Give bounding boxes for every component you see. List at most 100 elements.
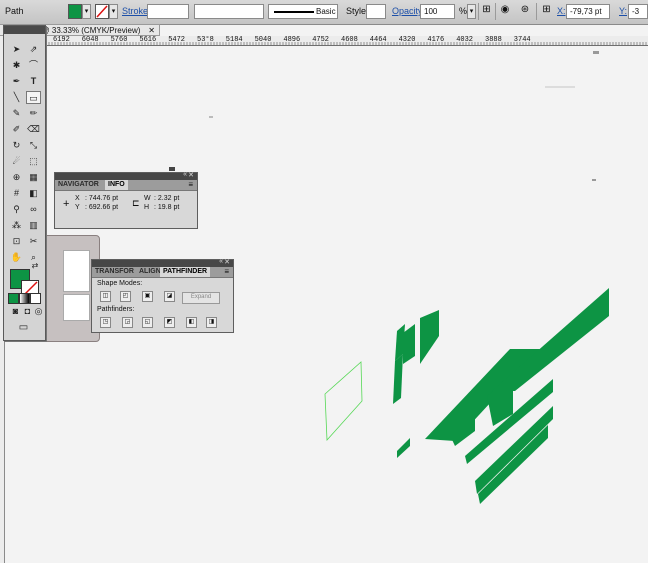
x-field[interactable]: -79,73 pt <box>566 4 610 19</box>
unite-icon[interactable]: ◫ <box>100 291 111 302</box>
none-stroke-icon <box>96 5 108 18</box>
hand-tool-icon[interactable]: ✋ <box>9 251 24 264</box>
ruler-tick-label: 5184 <box>225 36 243 44</box>
symbol-sprayer-tool-icon[interactable]: ⁂ <box>9 219 24 232</box>
close-icon[interactable]: ✕ <box>224 258 230 266</box>
slice-tool-icon[interactable]: ✂ <box>26 235 41 248</box>
ruler-tick-label: 6048 <box>81 36 99 44</box>
exclude-icon[interactable]: ◪ <box>164 291 175 302</box>
opacity-field[interactable]: 100 <box>420 4 455 19</box>
tab-pathfinder[interactable]: PATHFINDER <box>160 267 211 277</box>
paintbrush-tool-icon[interactable]: ✎ <box>9 107 24 120</box>
tools-panel-header[interactable] <box>4 26 45 34</box>
gradient-mode-button[interactable] <box>19 293 30 304</box>
magic-wand-tool-icon[interactable]: ✱ <box>9 59 24 72</box>
type-tool-icon[interactable]: T <box>26 75 41 88</box>
perspective-grid-tool-icon[interactable]: ▦ <box>26 171 41 184</box>
rotate-tool-icon[interactable]: ↻ <box>9 139 24 152</box>
ruler-tick-label: 3744 <box>513 36 531 44</box>
merge-icon[interactable]: ◱ <box>142 317 153 328</box>
eyedropper-tool-icon[interactable]: ⚲ <box>9 203 24 216</box>
fill-dropdown[interactable]: ▾ <box>82 4 91 19</box>
rectangle-tool-icon[interactable]: ▭ <box>26 91 41 104</box>
green-shape <box>420 310 439 364</box>
target-icon[interactable]: ◉ <box>499 4 511 19</box>
crop-icon[interactable]: ◩ <box>164 317 175 328</box>
panel-menu-icon[interactable]: ≡ <box>188 180 193 190</box>
pathfinder-panel-header[interactable]: « ✕ <box>92 258 233 267</box>
artwork-fragment <box>593 51 599 54</box>
ruler-tick-label: 4896 <box>283 36 301 44</box>
collapse-icon[interactable]: « <box>219 258 223 265</box>
eraser-tool-icon[interactable]: ⌫ <box>26 123 41 136</box>
ruler-tick-label: 4032 <box>456 36 473 44</box>
trim-icon[interactable]: ◲ <box>122 317 133 328</box>
artboard-tool-icon[interactable]: ⊡ <box>9 235 24 248</box>
artwork-fragment <box>592 179 596 181</box>
draw-inside-icon[interactable]: ◎ <box>31 305 46 318</box>
globe-icon[interactable]: ⊛ <box>519 4 531 19</box>
opacity-dropdown[interactable]: ▾ <box>467 4 476 19</box>
green-shape <box>403 324 415 364</box>
column-graph-tool-icon[interactable]: ▥ <box>26 219 41 232</box>
gradient-tool-icon[interactable]: ◧ <box>26 187 41 200</box>
artwork-fragment <box>545 86 575 88</box>
stroke-line-preview <box>274 11 314 13</box>
minus-front-icon[interactable]: ◰ <box>120 291 131 302</box>
variable-width-field[interactable] <box>194 4 264 19</box>
direct-selection-tool-icon[interactable]: ⇗ <box>26 43 41 56</box>
screen-mode-icon[interactable]: ▭ <box>16 321 31 334</box>
tab-info[interactable]: INFO <box>105 180 128 190</box>
fill-swatch[interactable] <box>68 4 82 19</box>
y-field[interactable]: -3 <box>628 4 648 19</box>
mesh-tool-icon[interactable]: # <box>9 187 24 200</box>
info-w-label: W <box>144 195 151 202</box>
pencil-tool-icon[interactable]: ✏ <box>26 107 41 120</box>
color-mode-button[interactable] <box>8 293 19 304</box>
x-label[interactable]: X: <box>557 6 566 16</box>
tab-transform[interactable]: TRANSFOR <box>92 267 137 277</box>
document-title: ai* @ 33.33% (CMYK/Preview) <box>30 26 141 35</box>
tab-navigator[interactable]: NAVIGATOR <box>55 180 102 190</box>
divide-icon[interactable]: ◳ <box>100 317 111 328</box>
shape-builder-tool-icon[interactable]: ⊕ <box>9 171 24 184</box>
stroke-profile-label: Basic <box>316 7 336 16</box>
none-mode-button[interactable] <box>30 293 41 304</box>
info-y-label: Y <box>75 204 80 211</box>
lasso-tool-icon[interactable]: ⌒ <box>26 59 41 72</box>
intersect-icon[interactable]: ▣ <box>142 291 153 302</box>
green-artwork[interactable] <box>393 288 609 504</box>
free-transform-tool-icon[interactable]: ⬚ <box>26 155 41 168</box>
blob-brush-tool-icon[interactable]: ✐ <box>9 123 24 136</box>
scale-tool-icon[interactable]: ⤡ <box>26 139 41 152</box>
bounds-icon: ⊏ <box>132 198 140 208</box>
stroke-dropdown[interactable]: ▾ <box>109 4 118 19</box>
expand-button[interactable]: Expand <box>182 292 220 304</box>
y-label[interactable]: Y: <box>619 6 627 16</box>
info-panel-header[interactable]: « ✕ <box>55 171 197 180</box>
artwork-fragment <box>169 167 175 171</box>
info-y-value: : 692.66 pt <box>85 204 119 211</box>
swap-colors-icon[interactable]: ⇄ <box>30 259 40 272</box>
minus-back-icon[interactable]: ◨ <box>206 317 217 328</box>
style-field[interactable] <box>366 4 386 19</box>
pen-tool-icon[interactable]: ✒ <box>9 75 24 88</box>
pathfinder-panel-tabs: TRANSFOR ALIGN PATHFINDER ≡ <box>92 267 233 278</box>
ruler-tick-label: 4320 <box>398 36 416 44</box>
crosshair-icon: + <box>63 198 70 210</box>
stroke-swatch[interactable] <box>95 4 109 19</box>
line-tool-icon[interactable]: ╲ <box>9 91 24 104</box>
warp-tool-icon[interactable]: ☄ <box>9 155 24 168</box>
collapse-icon[interactable]: « <box>183 171 187 178</box>
selected-path-outline[interactable] <box>324 361 363 441</box>
close-icon[interactable]: ✕ <box>188 171 194 179</box>
recolor-icon[interactable]: ⊞ <box>480 4 493 19</box>
blend-tool-icon[interactable]: ∞ <box>26 203 41 216</box>
brush-definition-field[interactable]: Basic <box>268 4 338 19</box>
reference-point-icon[interactable]: ⊞ <box>540 4 553 19</box>
panel-menu-icon[interactable]: ≡ <box>224 267 229 277</box>
horizontal-ruler[interactable]: 6192 6048 5760 5616 5472 53°8 5184 5040 4896 4752… <box>0 36 648 46</box>
outline-icon[interactable]: ◧ <box>186 317 197 328</box>
selection-tool-icon[interactable]: ➤ <box>9 43 24 56</box>
stroke-weight-field[interactable] <box>147 4 189 19</box>
